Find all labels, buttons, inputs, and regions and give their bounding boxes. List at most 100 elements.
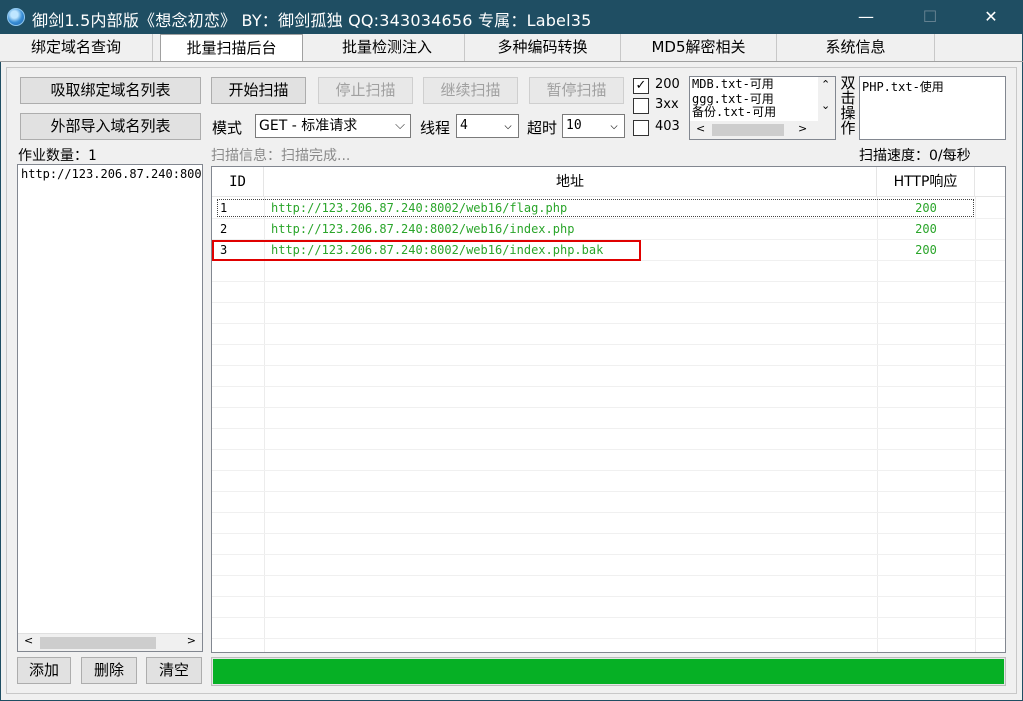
close-button[interactable]: ✕: [968, 0, 1014, 34]
empty-table-row: [212, 597, 1005, 618]
filter-403-checkbox[interactable]: [633, 120, 649, 136]
job-list-hscrollbar[interactable]: < >: [18, 633, 202, 651]
scroll-left-icon[interactable]: <: [24, 634, 33, 647]
progress-fill: [213, 659, 1004, 684]
dictionary-item[interactable]: 备份.txt-可用: [692, 105, 776, 119]
timeout-select[interactable]: 10 ⌵: [562, 114, 625, 138]
empty-table-row: [212, 429, 1005, 450]
pause-scan-button[interactable]: 暂停扫描: [529, 77, 624, 104]
tab-batch-injection[interactable]: 批量检测注入: [310, 34, 465, 61]
filter-3xx-label: 3xx: [655, 97, 679, 112]
empty-table-row: [212, 282, 1005, 303]
cell-id: 1: [220, 201, 228, 215]
job-count-label: 作业数量：1: [18, 148, 97, 164]
tab-divider: [0, 61, 1023, 62]
table-row[interactable]: 2 http://123.206.87.240:8002/web16/index…: [212, 219, 1005, 240]
empty-table-row: [212, 408, 1005, 429]
selected-dictionary-list[interactable]: PHP.txt-使用: [859, 76, 1006, 140]
cell-address: http://123.206.87.240:8002/web16/index.p…: [271, 222, 575, 236]
filter-200-checkbox[interactable]: ✓: [633, 78, 649, 94]
dictionary-vscrollbar[interactable]: ⌃ ⌄: [818, 77, 835, 121]
clear-button[interactable]: 清空: [146, 657, 202, 684]
empty-table-row: [212, 471, 1005, 492]
cell-id: 2: [220, 222, 228, 236]
start-scan-button[interactable]: 开始扫描: [211, 77, 306, 104]
column-header-filler: [975, 167, 1005, 197]
empty-table-row: [212, 555, 1005, 576]
timeout-select-value: 10: [566, 118, 582, 133]
empty-table-row: [212, 387, 1005, 408]
import-domain-list-button[interactable]: 外部导入域名列表: [20, 113, 201, 140]
threads-select[interactable]: 4 ⌵: [456, 114, 519, 138]
chevron-up-icon[interactable]: ⌃: [821, 78, 830, 91]
cell-address: http://123.206.87.240:8002/web16/index.p…: [271, 243, 604, 257]
mode-label: 模式: [212, 119, 243, 137]
filter-3xx-checkbox[interactable]: [633, 98, 649, 114]
window-title: 御剑1.5内部版《想念初恋》 BY：御剑孤独 QQ:343034656 专属：L…: [32, 11, 592, 30]
scroll-right-icon[interactable]: >: [798, 122, 807, 135]
dictionary-item[interactable]: MDB.txt-可用: [692, 77, 774, 91]
empty-table-row: [212, 534, 1005, 555]
dictionary-list[interactable]: MDB.txt-可用 ggg.txt-可用 备份.txt-可用 ⌃ ⌄ < >: [689, 76, 836, 140]
job-list[interactable]: http://123.206.87.240:8002 < >: [17, 164, 203, 652]
minimize-button[interactable]: —: [843, 0, 889, 34]
tab-md5-decrypt[interactable]: MD5解密相关: [621, 34, 777, 61]
add-button[interactable]: 添加: [17, 657, 71, 684]
resume-scan-button[interactable]: 继续扫描: [423, 77, 518, 104]
dictionary-hscrollbar[interactable]: < >: [690, 121, 835, 139]
filter-403-label: 403: [655, 119, 680, 134]
tab-bind-domain-query[interactable]: 绑定域名查询: [0, 34, 153, 61]
column-header-http[interactable]: HTTP响应: [877, 167, 975, 197]
maximize-button[interactable]: ☐: [907, 0, 953, 34]
app-logo-icon: [7, 8, 25, 26]
cell-id: 3: [220, 243, 228, 257]
table-row[interactable]: 3 http://123.206.87.240:8002/web16/index…: [212, 240, 1005, 261]
empty-table-row: [212, 345, 1005, 366]
filter-200-label: 200: [655, 77, 680, 92]
selected-dictionary-item[interactable]: PHP.txt-使用: [862, 78, 944, 95]
empty-table-row: [212, 303, 1005, 324]
tab-encoding-convert[interactable]: 多种编码转换: [465, 34, 621, 61]
stop-scan-button[interactable]: 停止扫描: [318, 77, 413, 104]
empty-table-row: [212, 366, 1005, 387]
dictionary-item[interactable]: ggg.txt-可用: [692, 92, 774, 106]
cell-http: 200: [915, 243, 937, 257]
empty-table-row: [212, 324, 1005, 345]
scan-info-status: 扫描信息：扫描完成...: [211, 148, 351, 164]
mode-select[interactable]: GET - 标准请求 ⌵: [255, 114, 411, 138]
title-bar: 御剑1.5内部版《想念初恋》 BY：御剑孤独 QQ:343034656 专属：L…: [0, 0, 1023, 34]
fetch-domain-list-button[interactable]: 吸取绑定域名列表: [20, 77, 201, 104]
empty-table-row: [212, 492, 1005, 513]
empty-table-row: [212, 450, 1005, 471]
timeout-label: 超时: [527, 119, 558, 137]
chevron-down-icon[interactable]: ⌵: [606, 115, 622, 137]
hint-char: 作: [840, 119, 856, 137]
double-click-hint: 双 击 操 作: [840, 76, 856, 136]
chevron-down-icon[interactable]: ⌄: [821, 99, 830, 112]
mode-select-value: GET - 标准请求: [259, 118, 358, 134]
empty-table-row: [212, 618, 1005, 639]
scan-progress-bar: [211, 657, 1006, 686]
results-table[interactable]: ID 地址 HTTP响应 1 http://123.206.87.240:800…: [211, 166, 1006, 653]
tab-system-info[interactable]: 系统信息: [777, 34, 935, 61]
empty-table-row: [212, 261, 1005, 282]
chevron-down-icon[interactable]: ⌵: [392, 115, 408, 137]
column-header-id[interactable]: ID: [212, 167, 264, 197]
scroll-thumb[interactable]: [712, 124, 784, 136]
chevron-down-icon[interactable]: ⌵: [500, 115, 516, 137]
cell-address: http://123.206.87.240:8002/web16/flag.ph…: [271, 201, 568, 215]
column-header-address[interactable]: 地址: [264, 167, 877, 197]
cell-http: 200: [915, 201, 937, 215]
cell-http: 200: [915, 222, 937, 236]
scroll-thumb[interactable]: [40, 637, 156, 649]
threads-label: 线程: [420, 119, 451, 137]
scroll-left-icon[interactable]: <: [696, 122, 705, 135]
tab-batch-scan-admin[interactable]: 批量扫描后台: [160, 34, 303, 62]
check-icon: ✓: [635, 78, 647, 93]
threads-select-value: 4: [460, 118, 468, 133]
job-list-item[interactable]: http://123.206.87.240:8002: [21, 167, 201, 181]
delete-button[interactable]: 删除: [81, 657, 137, 684]
scan-speed-status: 扫描速度：0/每秒: [859, 148, 971, 164]
table-row[interactable]: 1 http://123.206.87.240:8002/web16/flag.…: [212, 198, 1005, 219]
scroll-right-icon[interactable]: >: [187, 634, 196, 647]
